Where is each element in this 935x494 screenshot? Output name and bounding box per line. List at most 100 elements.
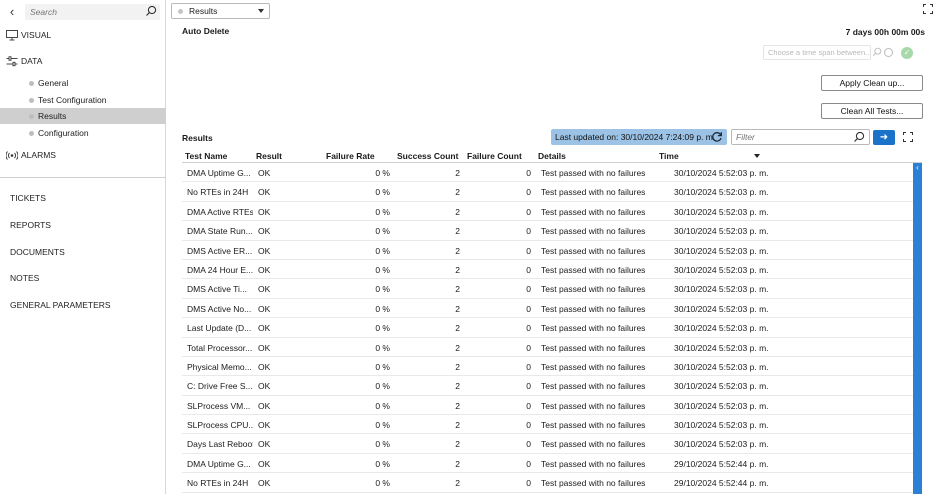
table-row[interactable]: SLProcess VM... OK 0 % 2 0 Test passed with n… <box>182 396 914 416</box>
timespan-input[interactable]: Choose a time span between... <box>763 45 871 60</box>
chevron-left-icon: ‹ <box>916 163 919 172</box>
table-row[interactable]: C: Drive Free S... OK 0 % 2 0 Test passed wit… <box>182 376 914 396</box>
sidebar-item-documents[interactable]: DOCUMENTS <box>10 245 65 259</box>
sidebar-item-notes[interactable]: NOTES <box>10 271 39 285</box>
cell-failure-count: 0 <box>526 342 531 353</box>
nav-item-visual[interactable]: VISUAL <box>0 27 166 44</box>
table-row[interactable]: No RTEs in 24H OK 0 % 2 0 Test passed with no… <box>182 182 914 202</box>
cell-failure-count: 0 <box>526 400 531 411</box>
search-icon[interactable] <box>853 131 865 143</box>
table-row[interactable]: Physical Memo... OK 0 % 2 0 Test passed with … <box>182 357 914 377</box>
table-row[interactable]: Total Processor... OK 0 % 2 0 Test passed wit… <box>182 338 914 357</box>
cell-time: 30/10/2024 5:52:03 p. m. <box>674 381 769 392</box>
filter-input[interactable] <box>732 130 847 144</box>
cell-failure-rate: 0 % <box>375 284 390 295</box>
monitor-icon <box>6 30 18 41</box>
cell-success-count: 2 <box>455 264 460 275</box>
side-panel-toggle[interactable]: ‹ <box>913 163 922 494</box>
clock-icon[interactable] <box>884 48 893 57</box>
cell-details: Test passed with no failures <box>541 478 646 489</box>
cell-result: OK <box>258 187 271 198</box>
cell-time: 30/10/2024 5:52:03 p. m. <box>674 400 769 411</box>
view-select-value: Results <box>189 6 218 16</box>
column-header-success-count[interactable]: Success Count <box>397 151 458 161</box>
cell-time: 29/10/2024 5:52:44 p. m. <box>674 478 769 489</box>
sidebar-item-reports[interactable]: REPORTS <box>10 218 51 232</box>
cell-success-count: 2 <box>455 478 460 489</box>
cell-success-count: 2 <box>455 420 460 431</box>
cell-failure-rate: 0 % <box>375 420 390 431</box>
cell-details: Test passed with no failures <box>541 303 646 314</box>
filter-box[interactable] <box>731 129 870 145</box>
table-row[interactable]: DMA Uptime G... OK 0 % 2 0 Test passed with n… <box>182 163 914 183</box>
sidebar-item-general-parameters[interactable]: GENERAL PARAMETERS <box>10 298 111 312</box>
cell-success-count: 2 <box>455 381 460 392</box>
cell-success-count: 2 <box>455 303 460 314</box>
header-divider <box>182 162 922 163</box>
cell-failure-rate: 0 % <box>375 245 390 256</box>
clean-all-tests-button[interactable]: Clean All Tests... <box>821 103 923 119</box>
last-updated-text: Last updated on: 30/10/2024 7:24:09 p. m… <box>555 132 716 142</box>
view-select[interactable]: Results <box>171 3 270 19</box>
sidebar-item-results[interactable]: Results <box>0 108 166 124</box>
arrow-right-icon: ➜ <box>879 132 889 143</box>
bullet-icon <box>29 114 34 119</box>
cell-time: 30/10/2024 5:52:03 p. m. <box>674 187 769 198</box>
cell-details: Test passed with no failures <box>541 264 646 275</box>
apply-filter-button[interactable]: ➜ <box>873 130 895 145</box>
cell-time: 30/10/2024 5:52:03 p. m. <box>674 361 769 372</box>
fullscreen-icon[interactable] <box>923 4 933 14</box>
column-header-result[interactable]: Result <box>256 151 282 161</box>
cell-test-name: No RTEs in 24H <box>187 187 249 198</box>
column-header-details[interactable]: Details <box>538 151 566 161</box>
cell-result: OK <box>258 284 271 295</box>
table-row[interactable]: No RTEs in 24H OK 0 % 2 0 Test passed with no… <box>182 473 914 493</box>
cell-details: Test passed with no failures <box>541 284 646 295</box>
table-row[interactable]: DMS Active No... OK 0 % 2 0 Test passed with … <box>182 299 914 319</box>
refresh-icon[interactable] <box>711 131 723 143</box>
cell-test-name: DMA Uptime G... <box>187 458 251 469</box>
table-row[interactable]: DMA Uptime G... OK 0 % 2 0 Test passed with n… <box>182 454 914 474</box>
table-row[interactable]: Days Last Reboot OK 0 % 2 0 Test passed with … <box>182 434 914 454</box>
cell-result: OK <box>258 478 271 489</box>
sidebar-search-box[interactable] <box>25 4 160 20</box>
table-row[interactable]: DMA State Run... OK 0 % 2 0 Test passed with … <box>182 221 914 241</box>
table-row[interactable]: DMA Active RTEs OK 0 % 2 0 Test passed with n… <box>182 202 914 222</box>
table-row[interactable]: DMS Active ER... OK 0 % 2 0 Test passed with … <box>182 241 914 260</box>
column-header-test-name[interactable]: Test Name <box>185 151 227 161</box>
cell-test-name: DMA Active RTEs <box>187 206 253 217</box>
search-icon[interactable] <box>872 47 882 57</box>
nav-item-label: VISUAL <box>21 30 52 40</box>
sidebar-item-test-configuration[interactable]: Test Configuration <box>0 92 166 108</box>
nav-item-data[interactable]: DATA <box>0 53 166 70</box>
back-arrow-icon[interactable]: ‹ <box>5 5 19 19</box>
fullscreen-icon[interactable] <box>903 132 913 142</box>
table-row[interactable]: DMS Active Ti... OK 0 % 2 0 Test passed with … <box>182 279 914 299</box>
bullet-icon <box>29 131 34 136</box>
sidebar-item-label: Results <box>38 111 67 121</box>
cell-failure-count: 0 <box>526 303 531 314</box>
table-row[interactable]: DMA 24 Hour E... OK 0 % 2 0 Test passed with … <box>182 260 914 280</box>
sidebar-search-input[interactable] <box>25 4 135 20</box>
table-row[interactable]: SLProcess CPU... OK 0 % 2 0 Test passed with … <box>182 415 914 435</box>
cell-success-count: 2 <box>455 439 460 450</box>
sidebar-item-label: Configuration <box>38 128 89 138</box>
sort-descending-icon[interactable] <box>754 154 760 158</box>
sidebar-item-tickets[interactable]: TICKETS <box>10 191 46 205</box>
column-header-failure-count[interactable]: Failure Count <box>467 151 522 161</box>
column-header-time[interactable]: Time <box>659 151 679 161</box>
sidebar-item-general[interactable]: General <box>0 75 166 91</box>
cell-test-name: DMS Active ER... <box>187 245 253 256</box>
apply-clean-up-button[interactable]: Apply Clean up... <box>821 75 923 91</box>
search-icon[interactable] <box>145 5 157 17</box>
check-icon[interactable]: ✓ <box>901 47 913 59</box>
cell-failure-rate: 0 % <box>375 168 390 178</box>
cell-failure-count: 0 <box>526 168 531 178</box>
table-row[interactable]: Last Update (D... OK 0 % 2 0 Test passed with… <box>182 318 914 338</box>
sidebar-item-configuration[interactable]: Configuration <box>0 125 166 141</box>
cell-details: Test passed with no failures <box>541 381 646 392</box>
nav-item-alarms[interactable]: ALARMS <box>0 147 166 164</box>
cell-failure-count: 0 <box>526 187 531 198</box>
cell-result: OK <box>258 458 271 469</box>
column-header-failure-rate[interactable]: Failure Rate <box>326 151 375 161</box>
